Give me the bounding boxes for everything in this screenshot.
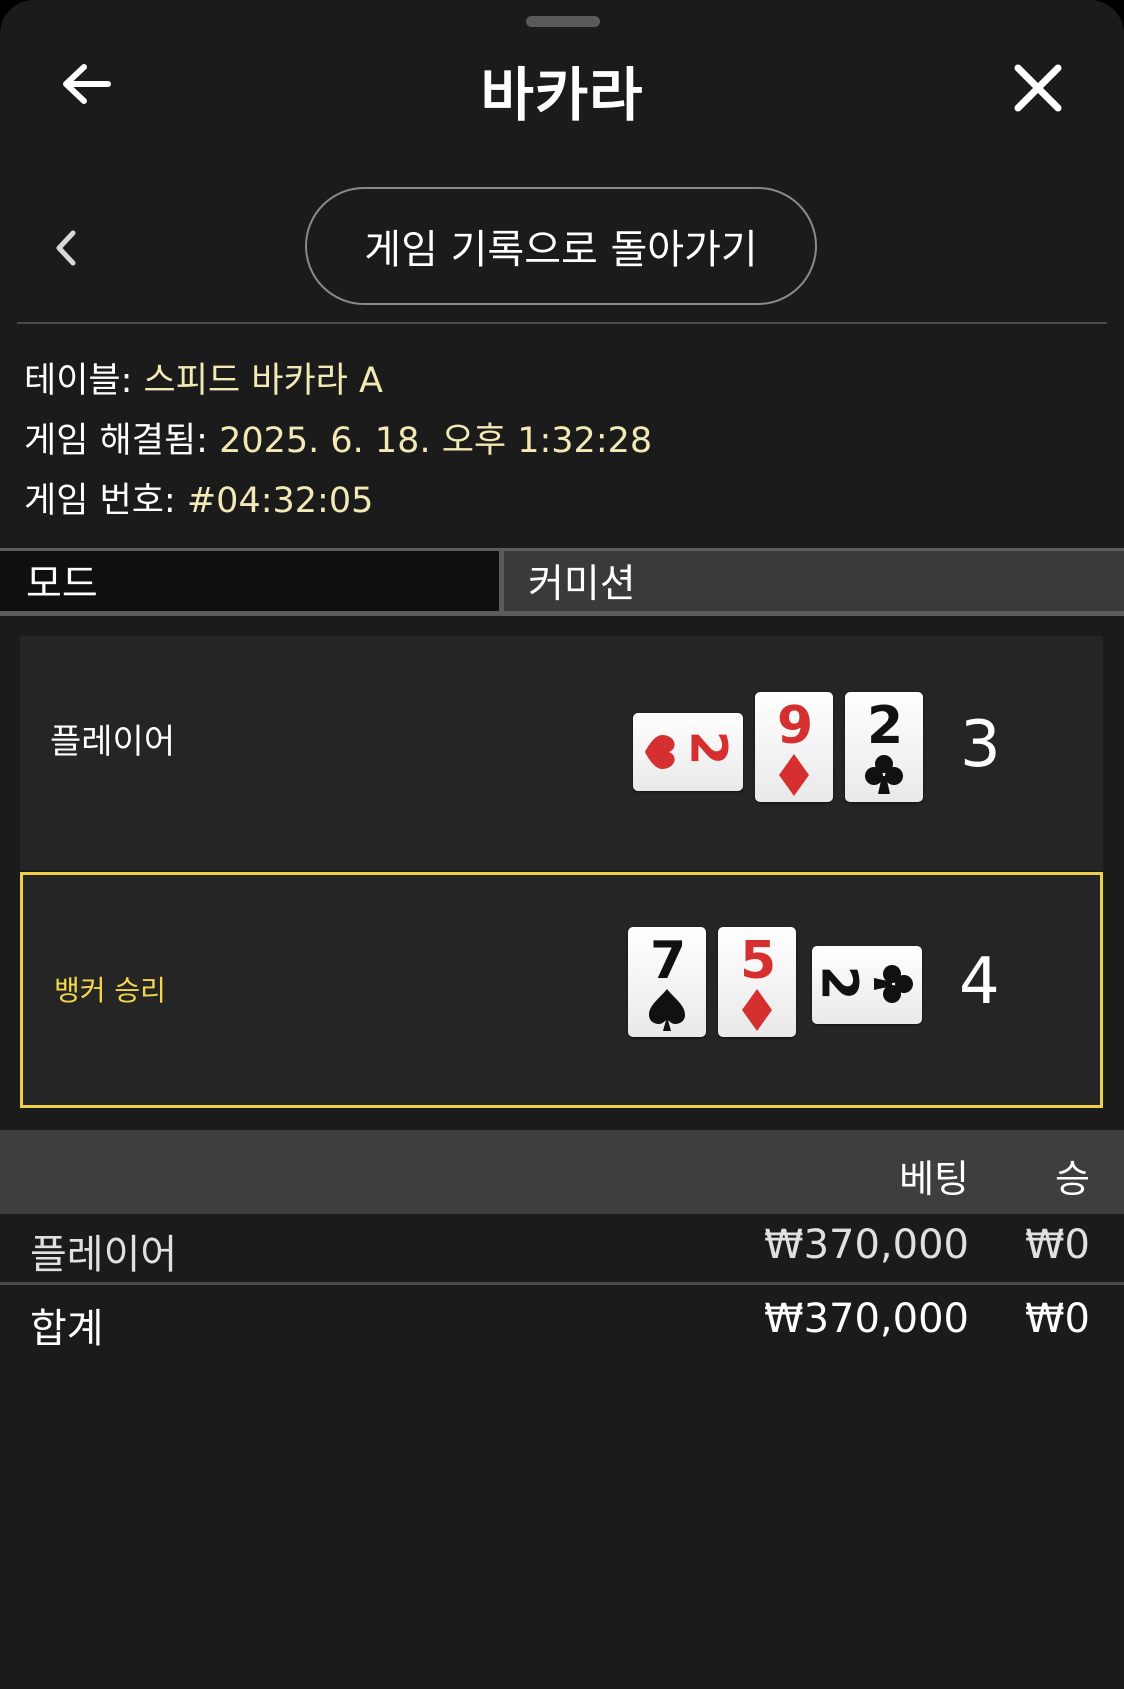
drag-handle[interactable] — [526, 16, 600, 27]
tab-mode[interactable]: 모드 — [0, 551, 499, 611]
card-5-diamonds: 5 — [718, 927, 796, 1037]
banker-score: 4 — [959, 945, 1000, 1019]
card-rank: 2 — [810, 965, 869, 1001]
heart-icon — [645, 735, 675, 769]
card-rank: 5 — [740, 931, 777, 991]
close-button[interactable] — [1010, 60, 1066, 116]
total-row: 합계 ₩370,000 ₩0 — [0, 1296, 1124, 1358]
tab-bar: 모드 커미션 — [0, 548, 1124, 616]
column-bet: 베팅 — [899, 1157, 969, 1201]
card-2-clubs: 2 — [845, 692, 923, 802]
divider — [0, 1282, 1124, 1285]
game-number-label: 게임 번호: — [24, 481, 176, 521]
resolved-value: 2025. 6. 18. 오후 1:32:28 — [219, 421, 653, 461]
table-info: 테이블: 스피드 바카라 A — [24, 352, 383, 403]
back-to-history-button[interactable]: 게임 기록으로 돌아가기 — [305, 187, 817, 305]
table-value: 스피드 바카라 A — [143, 361, 383, 401]
divider — [17, 322, 1107, 324]
bets-table-header: 베팅 승 — [0, 1130, 1124, 1214]
diamond-icon — [779, 754, 809, 796]
game-number-info: 게임 번호: #04:32:05 — [24, 472, 373, 523]
card-2-hearts: 2 — [633, 713, 743, 791]
table-row: 플레이어 ₩370,000 ₩0 — [0, 1222, 1124, 1284]
close-icon — [1014, 64, 1062, 112]
bet-row-amount: ₩370,000 — [764, 1222, 969, 1268]
card-rank: 7 — [650, 931, 687, 991]
club-icon — [865, 755, 903, 794]
player-hand-label: 플레이어 — [50, 722, 176, 762]
card-rank: 9 — [777, 696, 814, 756]
club-icon — [874, 965, 913, 1003]
column-win: 승 — [1055, 1157, 1090, 1201]
player-score: 3 — [960, 708, 1001, 782]
card-7-spades: 7 — [628, 927, 706, 1037]
resolved-info: 게임 해결됨: 2025. 6. 18. 오후 1:32:28 — [24, 412, 652, 463]
banker-win-label: 뱅커 승리 — [54, 974, 166, 1007]
bet-row-name: 플레이어 — [30, 1232, 178, 1278]
bottom-sheet: 바카라 게임 기록으로 돌아가기 테이블: 스피드 바카라 A 게임 해결됨: … — [0, 0, 1124, 1689]
spade-icon — [649, 989, 685, 1031]
total-bet: ₩370,000 — [764, 1296, 969, 1342]
chevron-left-icon — [56, 230, 76, 266]
page-title: 바카라 — [480, 61, 644, 129]
diamond-icon — [742, 989, 772, 1031]
banker-hand: 뱅커 승리 7 5 2 4 — [20, 872, 1103, 1108]
resolved-label: 게임 해결됨: — [24, 421, 208, 461]
tab-commission[interactable]: 커미션 — [504, 551, 1124, 611]
game-number-value: #04:32:05 — [186, 481, 374, 521]
card-rank: 2 — [867, 696, 904, 756]
bet-row-win: ₩0 — [1025, 1222, 1090, 1268]
player-hand: 플레이어 2 9 2 3 — [20, 636, 1103, 870]
card-9-diamonds: 9 — [755, 692, 833, 802]
table-label: 테이블: — [24, 361, 133, 401]
card-rank: 2 — [679, 730, 738, 766]
previous-button[interactable] — [46, 228, 86, 268]
card-2-clubs: 2 — [810, 946, 922, 1024]
total-win: ₩0 — [1025, 1296, 1090, 1342]
total-label: 합계 — [30, 1306, 104, 1352]
